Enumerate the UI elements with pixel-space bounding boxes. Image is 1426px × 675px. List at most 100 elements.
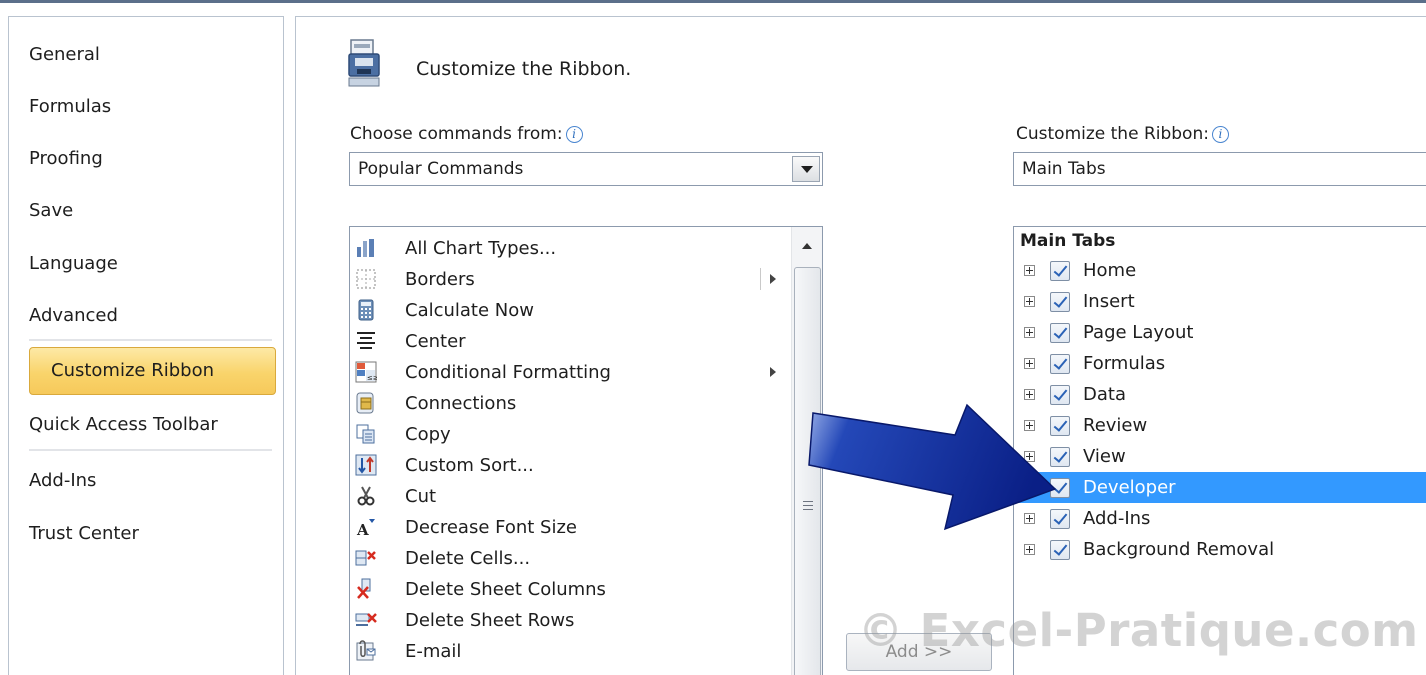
delete-columns-icon bbox=[357, 578, 371, 599]
calculator-icon bbox=[358, 299, 374, 321]
tree-item-view[interactable]: View bbox=[1014, 441, 1426, 472]
tree-item-background-removal[interactable]: Background Removal bbox=[1014, 534, 1426, 565]
list-item-label: Delete Cells... bbox=[405, 548, 531, 569]
conditional-formatting-icon: ≤≥ bbox=[355, 361, 377, 383]
list-item[interactable]: Delete Sheet Columns bbox=[350, 574, 790, 605]
sidebar-item-label: General bbox=[29, 44, 100, 65]
info-icon[interactable]: i bbox=[565, 126, 583, 143]
chart-icon bbox=[357, 239, 374, 257]
tree-item-developer[interactable]: Developer bbox=[1014, 472, 1426, 503]
commands-list[interactable]: All Chart Types... Borders Calculate Now… bbox=[349, 226, 823, 675]
ribbon-label-text: Customize the Ribbon: bbox=[1016, 124, 1209, 144]
tree-item-review[interactable]: Review bbox=[1014, 410, 1426, 441]
sidebar-item-label: Quick Access Toolbar bbox=[29, 414, 218, 435]
list-item[interactable]: Connections bbox=[350, 388, 790, 419]
checkbox-checked-icon[interactable] bbox=[1050, 261, 1070, 281]
tree-item-page-layout[interactable]: Page Layout bbox=[1014, 317, 1426, 348]
list-item-label: Custom Sort... bbox=[405, 455, 534, 476]
expand-plus-icon[interactable] bbox=[1024, 296, 1035, 307]
list-item-label: Calculate Now bbox=[405, 300, 534, 321]
checkbox-checked-icon[interactable] bbox=[1050, 354, 1070, 374]
customize-ribbon-icon bbox=[348, 39, 380, 87]
delete-rows-icon bbox=[355, 613, 377, 626]
list-item[interactable]: A Decrease Font Size bbox=[350, 512, 790, 543]
watermark: © Excel-Pratique.com bbox=[858, 604, 1419, 657]
list-item[interactable]: ≤≥ Conditional Formatting bbox=[350, 357, 790, 388]
tree-item-insert[interactable]: Insert bbox=[1014, 286, 1426, 317]
tree-item-home[interactable]: Home bbox=[1014, 255, 1426, 286]
commands-label: Choose commands from: i bbox=[350, 124, 583, 144]
delete-cells-icon bbox=[355, 550, 376, 566]
sidebar-item-formulas[interactable]: Formulas bbox=[29, 84, 111, 130]
list-item[interactable]: E-mail bbox=[350, 636, 790, 667]
submenu-divider bbox=[760, 268, 761, 290]
sidebar-item-label: Add-Ins bbox=[29, 470, 97, 491]
list-item[interactable]: Copy bbox=[350, 419, 790, 450]
list-item[interactable]: Custom Sort... bbox=[350, 450, 790, 481]
expand-plus-icon[interactable] bbox=[1024, 265, 1035, 276]
decrease-font-icon: A bbox=[356, 519, 375, 538]
list-item[interactable]: Center bbox=[350, 326, 790, 357]
sidebar-divider bbox=[29, 339, 272, 341]
checkbox-checked-icon[interactable] bbox=[1050, 292, 1070, 312]
sidebar-item-general[interactable]: General bbox=[29, 32, 100, 78]
sidebar-item-customize-ribbon[interactable]: Customize Ribbon bbox=[29, 347, 276, 395]
ribbon-dropdown[interactable]: Main Tabs bbox=[1013, 152, 1426, 186]
sidebar-item-label: Trust Center bbox=[29, 523, 139, 544]
connections-icon bbox=[356, 392, 374, 414]
ribbon-label: Customize the Ribbon: i bbox=[1016, 124, 1229, 144]
list-item-label: Copy bbox=[405, 424, 451, 445]
dropdown-arrow-icon[interactable] bbox=[792, 156, 820, 182]
borders-icon bbox=[356, 269, 376, 289]
sidebar-item-proofing[interactable]: Proofing bbox=[29, 136, 103, 182]
commands-dropdown[interactable]: Popular Commands bbox=[349, 152, 823, 186]
tree-item-data[interactable]: Data bbox=[1014, 379, 1426, 410]
scissors-icon bbox=[357, 486, 375, 506]
sidebar-item-trust-center[interactable]: Trust Center bbox=[29, 511, 139, 557]
list-item[interactable]: Borders bbox=[350, 264, 790, 295]
list-item[interactable]: Delete Sheet Rows bbox=[350, 605, 790, 636]
tree-item-formulas[interactable]: Formulas bbox=[1014, 348, 1426, 379]
list-item-label: Delete Sheet Columns bbox=[405, 579, 606, 600]
commands-dropdown-value: Popular Commands bbox=[358, 159, 524, 179]
tree-item-label: Add-Ins bbox=[1083, 508, 1151, 529]
chevron-right-icon bbox=[770, 274, 776, 284]
tree-item-label: Insert bbox=[1083, 291, 1135, 312]
list-item[interactable]: All Chart Types... bbox=[350, 233, 790, 264]
expand-plus-icon[interactable] bbox=[1024, 544, 1035, 555]
checkbox-checked-icon[interactable] bbox=[1050, 323, 1070, 343]
window-top-border bbox=[0, 0, 1426, 3]
tree-item-label: View bbox=[1083, 446, 1126, 467]
tree-item-label: Data bbox=[1083, 384, 1126, 405]
svg-text:A: A bbox=[356, 521, 369, 538]
list-item-label: Center bbox=[405, 331, 466, 352]
sidebar-item-language[interactable]: Language bbox=[29, 241, 118, 287]
commands-label-text: Choose commands from: bbox=[350, 124, 563, 144]
tree-item-label: Formulas bbox=[1083, 353, 1166, 374]
tree-item-add-ins[interactable]: Add-Ins bbox=[1014, 503, 1426, 534]
list-item-label: Borders bbox=[405, 269, 475, 290]
sidebar-item-advanced[interactable]: Advanced bbox=[29, 293, 118, 339]
sidebar-item-quick-access-toolbar[interactable]: Quick Access Toolbar bbox=[29, 402, 218, 448]
tree-item-label: Developer bbox=[1083, 477, 1176, 498]
list-item-label: Delete Sheet Rows bbox=[405, 610, 575, 631]
sidebar-item-save[interactable]: Save bbox=[29, 188, 73, 234]
expand-plus-icon[interactable] bbox=[1024, 358, 1035, 369]
sidebar-item-label: Formulas bbox=[29, 96, 112, 117]
sidebar-item-label: Proofing bbox=[29, 148, 103, 169]
checkbox-checked-icon[interactable] bbox=[1050, 540, 1070, 560]
sidebar-item-add-ins[interactable]: Add-Ins bbox=[29, 458, 96, 504]
copy-icon bbox=[356, 424, 375, 444]
info-icon[interactable]: i bbox=[1211, 126, 1229, 143]
list-item[interactable]: Delete Cells... bbox=[350, 543, 790, 574]
options-sidebar: General Formulas Proofing Save Language … bbox=[8, 16, 284, 675]
list-item[interactable]: Calculate Now bbox=[350, 295, 790, 326]
scroll-up-icon[interactable] bbox=[802, 243, 812, 249]
tree-item-label: Background Removal bbox=[1083, 539, 1275, 560]
list-item-label: Connections bbox=[405, 393, 517, 414]
email-icon bbox=[356, 640, 376, 661]
expand-plus-icon[interactable] bbox=[1024, 327, 1035, 338]
sidebar-item-label: Advanced bbox=[29, 305, 118, 326]
tree-header: Main Tabs bbox=[1020, 231, 1116, 251]
list-item[interactable]: Cut bbox=[350, 481, 790, 512]
